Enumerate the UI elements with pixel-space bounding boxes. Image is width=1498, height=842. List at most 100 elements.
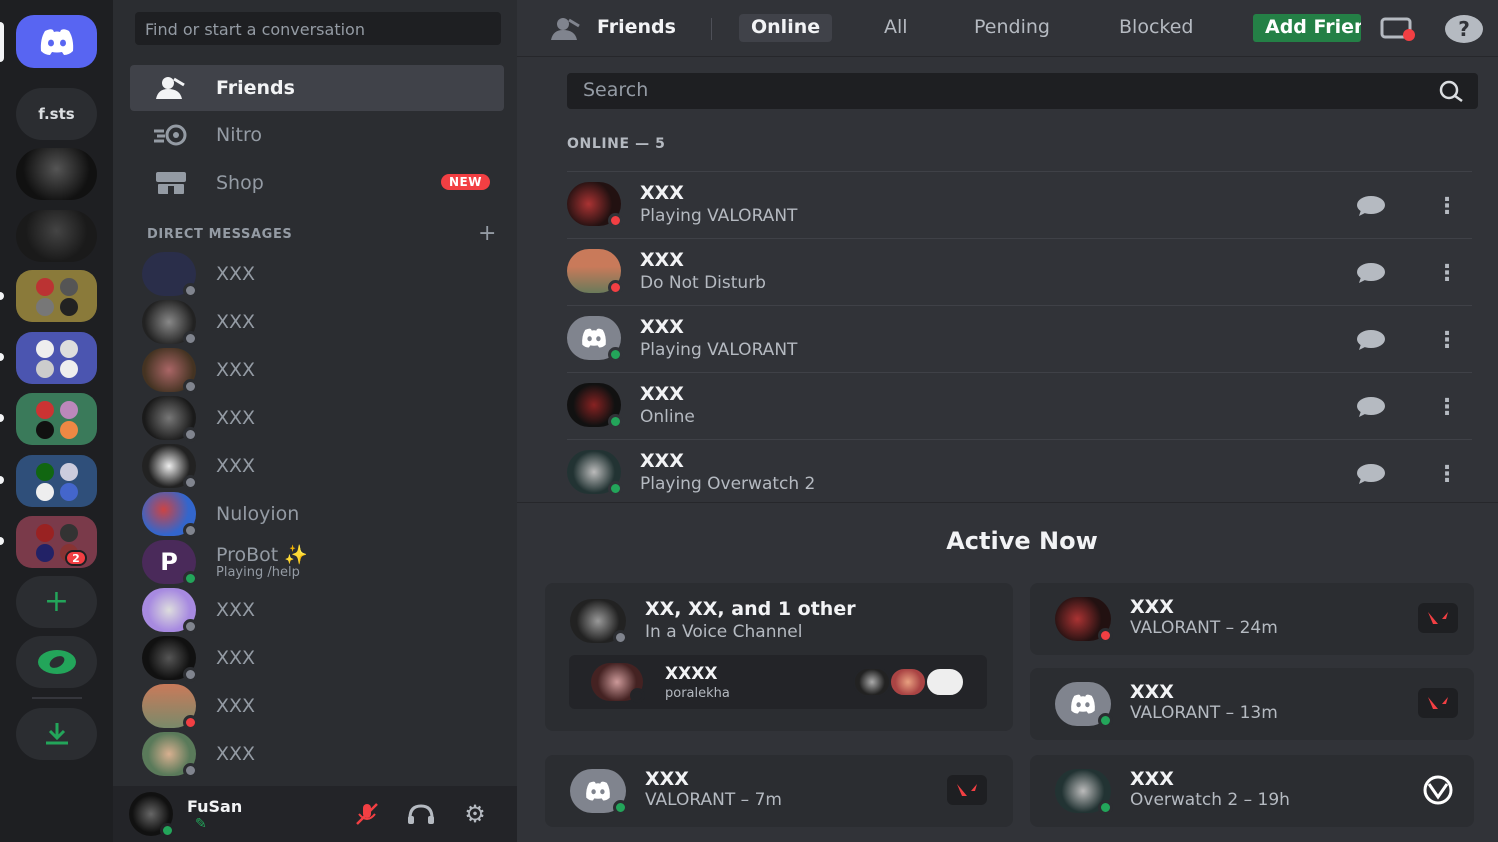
probot-logo-icon: P <box>160 548 178 576</box>
message-button[interactable] <box>1351 320 1391 360</box>
settings-button[interactable]: ⚙ <box>459 800 491 828</box>
server-avatar-1[interactable] <box>16 148 97 200</box>
tab-online[interactable]: Online <box>739 14 833 42</box>
more-options-button[interactable]: ⋮ <box>1427 454 1467 494</box>
find-conversation-input[interactable]: Find or start a conversation <box>135 12 501 45</box>
dm-item[interactable]: XXX <box>130 683 504 730</box>
nav-nitro[interactable]: Nitro <box>130 112 504 158</box>
activity-card[interactable]: XXX VALORANT – 7m <box>545 755 1013 827</box>
status-indicator <box>183 427 198 442</box>
tab-pending[interactable]: Pending <box>962 14 1062 42</box>
voice-channel-box[interactable]: XXXX poralekha <box>569 655 987 709</box>
friend-row[interactable]: XXX Playing VALORANT ⋮ <box>567 305 1472 372</box>
friends-header-icon <box>549 16 583 46</box>
compass-icon <box>37 650 76 674</box>
headphones-icon <box>408 804 434 824</box>
search-icon <box>1439 80 1463 103</box>
nav-friends[interactable]: Friends <box>130 65 504 111</box>
server-folder-1[interactable] <box>16 270 97 322</box>
server-folder-5[interactable]: 2 <box>16 516 97 568</box>
dm-name: XXX <box>216 407 256 429</box>
server-text[interactable]: f.sts <box>16 88 97 140</box>
dm-item[interactable]: P ProBot ✨ Playing /help <box>130 539 504 586</box>
dm-item[interactable]: XXX <box>130 731 504 778</box>
rail-divider <box>32 697 82 699</box>
status-indicator <box>1098 713 1113 728</box>
more-options-button[interactable]: ⋮ <box>1427 253 1467 293</box>
avatar <box>142 636 198 682</box>
message-button[interactable] <box>1351 253 1391 293</box>
message-button[interactable] <box>1351 454 1391 494</box>
activity-card[interactable]: XXX Overwatch 2 – 19h <box>1030 755 1474 827</box>
create-dm-button[interactable]: + <box>478 221 497 246</box>
server-folder-4[interactable] <box>16 455 97 507</box>
avatar <box>142 444 198 490</box>
server-avatar-2[interactable] <box>16 210 97 262</box>
valorant-icon <box>1418 688 1458 718</box>
dm-item[interactable]: XXX <box>130 299 504 346</box>
status-indicator <box>183 331 198 346</box>
header-divider <box>711 18 712 40</box>
activity-card[interactable]: XXX VALORANT – 13m <box>1030 668 1474 740</box>
friend-row[interactable]: XXX Online ⋮ <box>567 372 1472 439</box>
friend-status: Playing VALORANT <box>640 206 798 226</box>
download-apps-button[interactable] <box>16 708 97 760</box>
friend-name: XXX <box>640 249 684 271</box>
avatar <box>142 588 198 634</box>
dm-item[interactable]: XXX <box>130 347 504 394</box>
friend-row[interactable]: XXX Playing VALORANT ⋮ <box>567 171 1472 238</box>
add-friend-button[interactable]: Add Friend <box>1253 14 1361 42</box>
friend-row[interactable]: XXX Playing Overwatch 2 ⋮ <box>567 439 1472 506</box>
tab-blocked[interactable]: Blocked <box>1107 14 1205 42</box>
user-avatar[interactable] <box>129 792 175 838</box>
mute-button[interactable] <box>351 800 383 828</box>
unread-pill <box>0 414 4 422</box>
discord-app: f.sts 2 + Find or start a conversation F… <box>0 0 1498 842</box>
activity-card-name: XXX <box>645 768 689 790</box>
friend-name: XXX <box>640 450 684 472</box>
dm-item[interactable]: XXX <box>130 443 504 490</box>
server-folder-3[interactable] <box>16 393 97 445</box>
friend-row[interactable]: XXX Do Not Disturb ⋮ <box>567 238 1472 305</box>
friend-name: XXX <box>640 316 684 338</box>
avatar: P <box>142 540 198 586</box>
message-bubble-icon <box>1357 464 1385 484</box>
explore-servers-button[interactable] <box>16 636 97 688</box>
server-folder-2[interactable] <box>16 332 97 384</box>
more-vertical-icon: ⋮ <box>1436 260 1458 286</box>
avatar <box>567 182 623 228</box>
message-button[interactable] <box>1351 186 1391 226</box>
more-options-button[interactable]: ⋮ <box>1427 186 1467 226</box>
activity-card[interactable]: XXX VALORANT – 24m <box>1030 583 1474 655</box>
dm-item[interactable]: XXX <box>130 587 504 634</box>
help-button[interactable]: ? <box>1445 15 1483 43</box>
tab-all[interactable]: All <box>872 14 920 42</box>
dm-name: XXX <box>216 455 256 477</box>
dm-activity: Playing /help <box>216 564 300 580</box>
nav-shop[interactable]: Shop NEW <box>130 160 504 206</box>
dm-name: ProBot ✨ <box>216 543 308 566</box>
dm-item[interactable]: XXX <box>130 395 504 442</box>
speaker-indicator <box>630 688 645 703</box>
activity-card-detail: VALORANT – 24m <box>1130 618 1278 638</box>
activity-card-detail: VALORANT – 7m <box>645 790 782 810</box>
new-group-dm-button[interactable] <box>1379 16 1417 46</box>
dm-item[interactable]: XXX <box>130 635 504 682</box>
activity-card-name: XXX <box>1130 596 1174 618</box>
home-button[interactable] <box>16 15 97 68</box>
status-indicator <box>183 379 198 394</box>
voice-activity-card[interactable]: XX, XX, and 1 other In a Voice Channel X… <box>545 583 1013 731</box>
dm-item[interactable]: Nuloyion <box>130 491 504 538</box>
avatar <box>142 300 198 346</box>
more-options-button[interactable]: ⋮ <box>1427 320 1467 360</box>
activity-card-detail: VALORANT – 13m <box>1130 703 1278 723</box>
deafen-button[interactable] <box>405 800 437 828</box>
add-server-button[interactable]: + <box>16 576 97 628</box>
server-rail: f.sts 2 + <box>0 0 113 842</box>
more-options-button[interactable]: ⋮ <box>1427 387 1467 427</box>
status-indicator <box>183 715 198 730</box>
dm-item[interactable]: XXX <box>130 251 504 298</box>
friends-search-input[interactable]: Search <box>567 73 1478 109</box>
message-button[interactable] <box>1351 387 1391 427</box>
voice-channel-name: poralekha <box>665 686 730 701</box>
